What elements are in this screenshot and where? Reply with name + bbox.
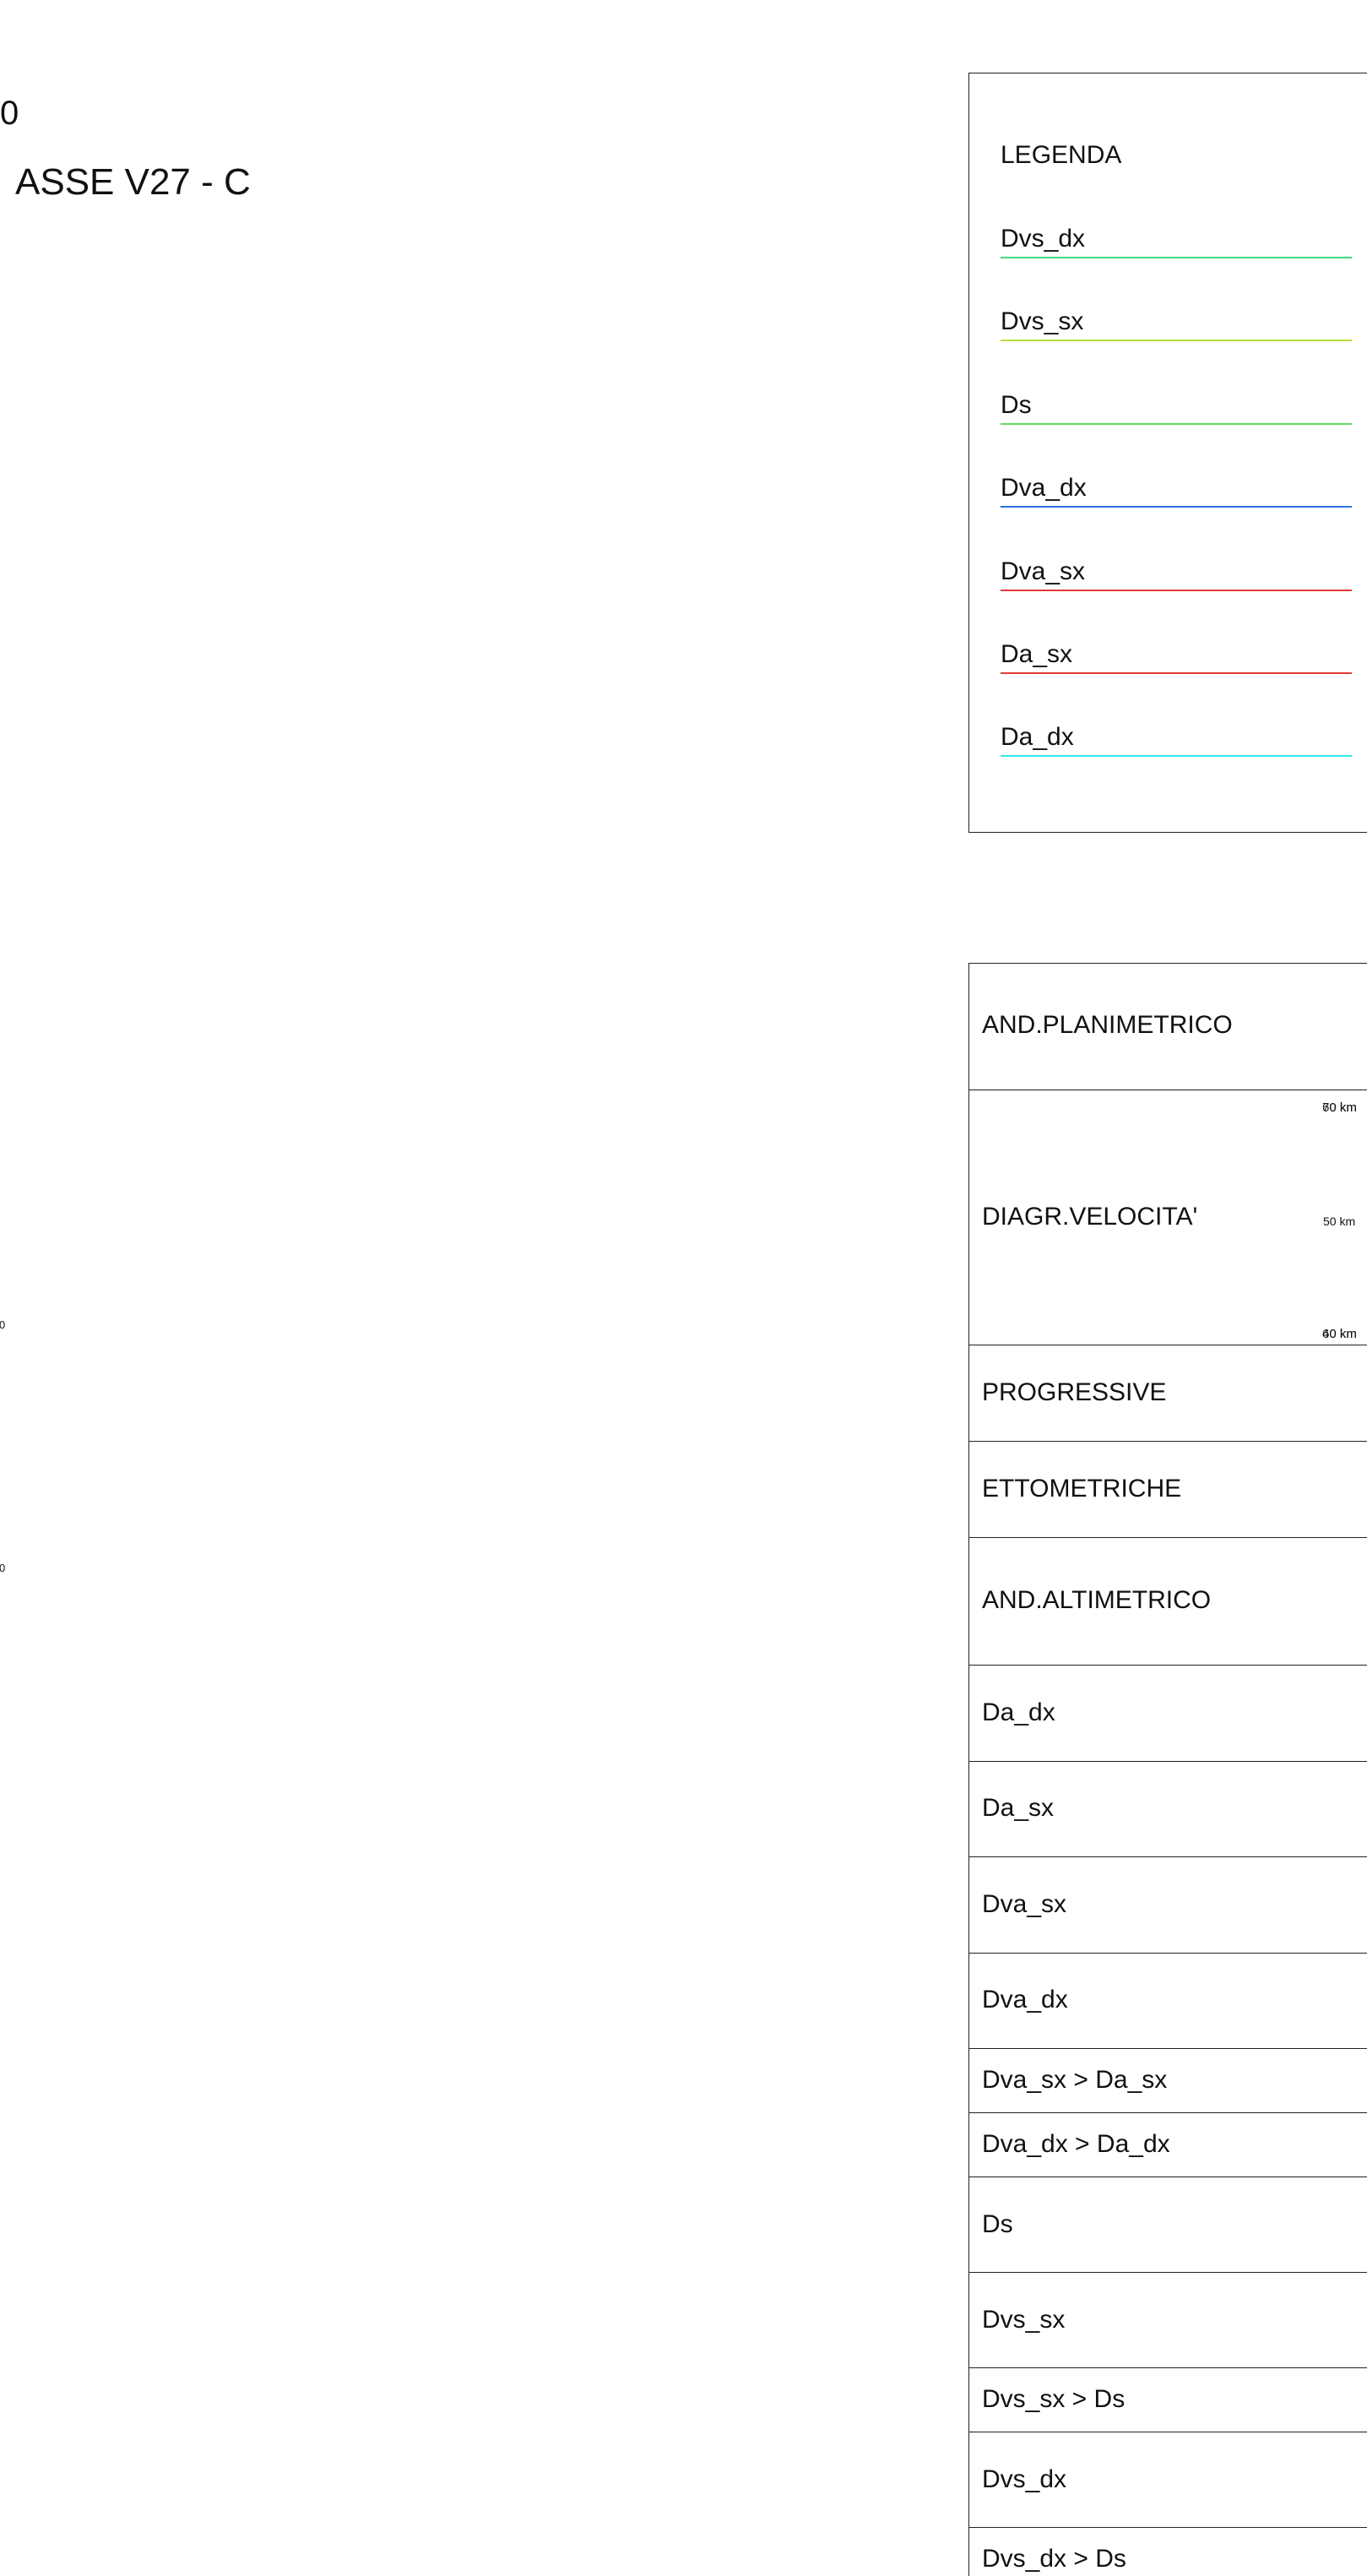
legend-item-label: Da_dx [1001,723,1074,751]
legend-title: LEGENDA [1001,141,1122,169]
row-label-dva-dx-gt-da-dx: Dva_dx > Da_dx [982,2130,1170,2158]
legend-line-swatch [1001,257,1352,258]
row-label-ds: Ds [982,2210,1013,2238]
legend-item-label: Dvs_dx [1001,225,1086,253]
legend-item-dvs-sx: Dvs_sx [1001,307,1352,341]
row-label-ettometriche: ETTOMETRICHE [982,1475,1182,1503]
row-divider [968,1537,1367,1538]
legend-item-ds: Ds [1001,391,1352,425]
axis-title: ASSE V27 - C [15,161,251,203]
side-mark: 0 [0,1318,6,1331]
row-label-dvs-dx-gt-ds: Dvs_dx > Ds [982,2545,1126,2573]
row-label-dva-sx: Dva_sx [982,1890,1067,1918]
legend-line-swatch [1001,590,1352,591]
legend-item-label: Da_sx [1001,640,1073,668]
legend-item-da-dx: Da_dx [1001,723,1352,757]
row-divider [968,2112,1367,2113]
row-divider [968,1761,1367,1762]
speed-tick-label: 60 km [1322,1327,1357,1341]
row-label-dva-dx: Dva_dx [982,1986,1068,2014]
row-label-and-planimetrico: AND.PLANIMETRICO [982,1011,1233,1039]
row-label-dva-sx-gt-da-sx: Dva_sx > Da_sx [982,2066,1168,2094]
legend-item-dva-sx: Dva_sx [1001,557,1352,591]
row-label-dvs-dx: Dvs_dx [982,2465,1067,2493]
row-divider [968,2272,1367,2273]
row-label-and-altimetrico: AND.ALTIMETRICO [982,1586,1212,1614]
legend-item-label: Dva_sx [1001,557,1086,585]
legend-line-swatch [1001,672,1352,674]
row-label-progressive: PROGRESSIVE [982,1378,1167,1406]
row-label-da-sx: Da_sx [982,1794,1055,1822]
row-divider [968,1856,1367,1857]
legend-line-swatch [1001,506,1352,508]
row-divider [968,1665,1367,1666]
road-profile-sheet: 0 ASSE V27 - C 0 0 LEGENDA Dvs_dx Dvs_sx… [0,0,1367,2576]
legend-line-swatch [1001,755,1352,757]
side-mark: 0 [0,1562,6,1574]
legend-item-da-sx: Da_sx [1001,640,1352,674]
row-divider [968,2367,1367,2368]
row-divider [968,2048,1367,2049]
row-label-da-dx: Da_dx [982,1698,1055,1726]
legend-line-swatch [1001,340,1352,341]
speed-tick-label: 60 km [1322,1101,1357,1115]
row-label-dvs-sx-gt-ds: Dvs_sx > Ds [982,2385,1126,2413]
sheet-corner-number: 0 [0,95,19,132]
legend-item-dvs-dx: Dvs_dx [1001,225,1352,258]
legend-item-label: Dvs_sx [1001,307,1084,335]
speed-tick-label: 50 km [1323,1215,1356,1228]
legend-item-label: Dva_dx [1001,474,1087,502]
legend-item-label: Ds [1001,391,1032,419]
row-label-dvs-sx: Dvs_sx [982,2306,1066,2334]
row-divider [968,1441,1367,1442]
legend-line-swatch [1001,423,1352,425]
row-divider [968,2527,1367,2528]
legend-box [968,73,1367,833]
row-label-diagr-velocita: DIAGR.VELOCITA' [982,1203,1198,1231]
legend-item-dva-dx: Dva_dx [1001,474,1352,508]
row-divider [968,1953,1367,1954]
